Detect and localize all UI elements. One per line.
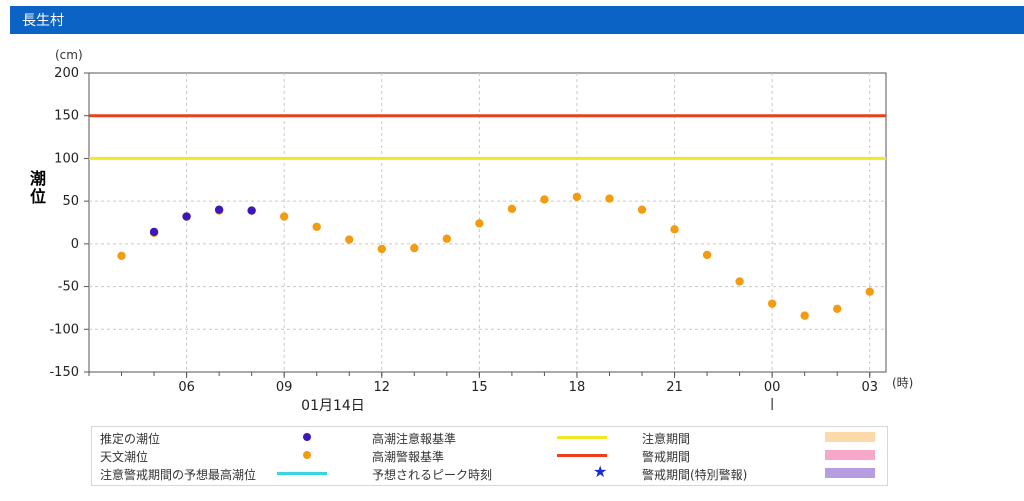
x-tick-label: 00	[764, 380, 781, 395]
legend-label: 予想されるピーク時刻	[372, 468, 493, 482]
y-unit-label: (cm)	[55, 48, 83, 62]
legend-label: 高潮注意報基準	[372, 432, 457, 446]
estimated-tide-point	[149, 227, 159, 237]
astronomical-tide-point	[735, 277, 744, 286]
y-tick-label: 200	[54, 66, 79, 81]
astronomical-tide-point	[377, 244, 386, 254]
astronomical-tide-point	[442, 234, 452, 243]
legend-line-symbol	[557, 454, 607, 457]
legend-label: 注意警戒期間の予想最高潮位	[100, 468, 257, 482]
chart-legend: 推定の潮位 高潮注意報基準 注意期間天文潮位 高潮警報基準 警戒期間注意警戒期間の予想最…	[91, 426, 888, 486]
y-tick-label: 150	[54, 109, 79, 124]
astronomical-tide-point	[670, 225, 679, 234]
x-tick-label: 09	[276, 380, 293, 395]
location-title-bar: 長生村	[10, 6, 1024, 34]
estimated-tide-point	[214, 205, 224, 214]
astronomical-tide-point	[410, 243, 419, 253]
astronomical-tide-point	[865, 287, 874, 296]
legend-period-swatch	[825, 468, 875, 478]
legend-label: 警戒期間	[642, 450, 691, 464]
y-tick-label: 100	[54, 151, 79, 166]
legend-label: 天文潮位	[100, 450, 149, 464]
astronomical-tide-point	[833, 304, 842, 313]
astronomical-tide-point	[475, 219, 484, 228]
x-tick-label: 12	[374, 380, 391, 395]
astronomical-tide-point	[345, 235, 354, 244]
legend-dot-symbol	[303, 451, 311, 459]
plot-frame	[88, 72, 887, 373]
legend-label: 高潮警報基準	[372, 450, 445, 464]
astronomical-tide-point	[605, 194, 614, 203]
legend-period-swatch	[825, 450, 875, 460]
legend-dot-symbol	[303, 433, 311, 441]
x-tick-label: 03	[861, 380, 878, 395]
astronomical-tide-point	[767, 299, 777, 308]
location-title: 長生村	[22, 13, 64, 29]
tide-chart: 200 150 100 50 0 -50 -100 -150 06 09 12 15 18 21 00 03 0…	[49, 48, 913, 414]
astronomical-tide-point	[702, 250, 712, 260]
x-tick-label: 18	[569, 380, 586, 395]
astronomical-tide-point	[312, 222, 321, 231]
legend-label: 推定の潮位	[100, 432, 161, 446]
date-label: 01月14日	[301, 398, 365, 414]
astronomical-tide-point	[279, 212, 289, 221]
y-tick-label: -150	[49, 365, 79, 380]
astronomical-tide-point	[800, 311, 809, 320]
y-tick-label: 50	[62, 194, 79, 209]
astronomical-tide-point	[572, 192, 582, 202]
x-tick-label: 15	[471, 380, 488, 395]
astronomical-tide-point	[117, 251, 126, 261]
legend-label: 警戒期間(特別警報)	[642, 468, 748, 482]
star-icon: ★	[593, 462, 608, 481]
legend-period-swatch	[825, 432, 875, 442]
astronomical-tide-point	[637, 205, 647, 214]
x-tick-label: 21	[666, 380, 683, 395]
legend-line-symbol	[277, 472, 327, 475]
y-tick-label: -50	[58, 280, 79, 295]
estimated-tide-point	[182, 212, 191, 221]
estimated-tide-point	[247, 206, 256, 215]
legend-label: 注意期間	[642, 432, 691, 446]
y-tick-label: 0	[71, 237, 79, 252]
legend-line-symbol	[557, 436, 607, 439]
y-tick-label: -100	[49, 322, 79, 337]
x-tick-label: 06	[178, 380, 195, 395]
x-unit-label: (時)	[892, 376, 913, 390]
astronomical-tide-point	[540, 195, 549, 204]
astronomical-tide-point	[507, 204, 517, 214]
